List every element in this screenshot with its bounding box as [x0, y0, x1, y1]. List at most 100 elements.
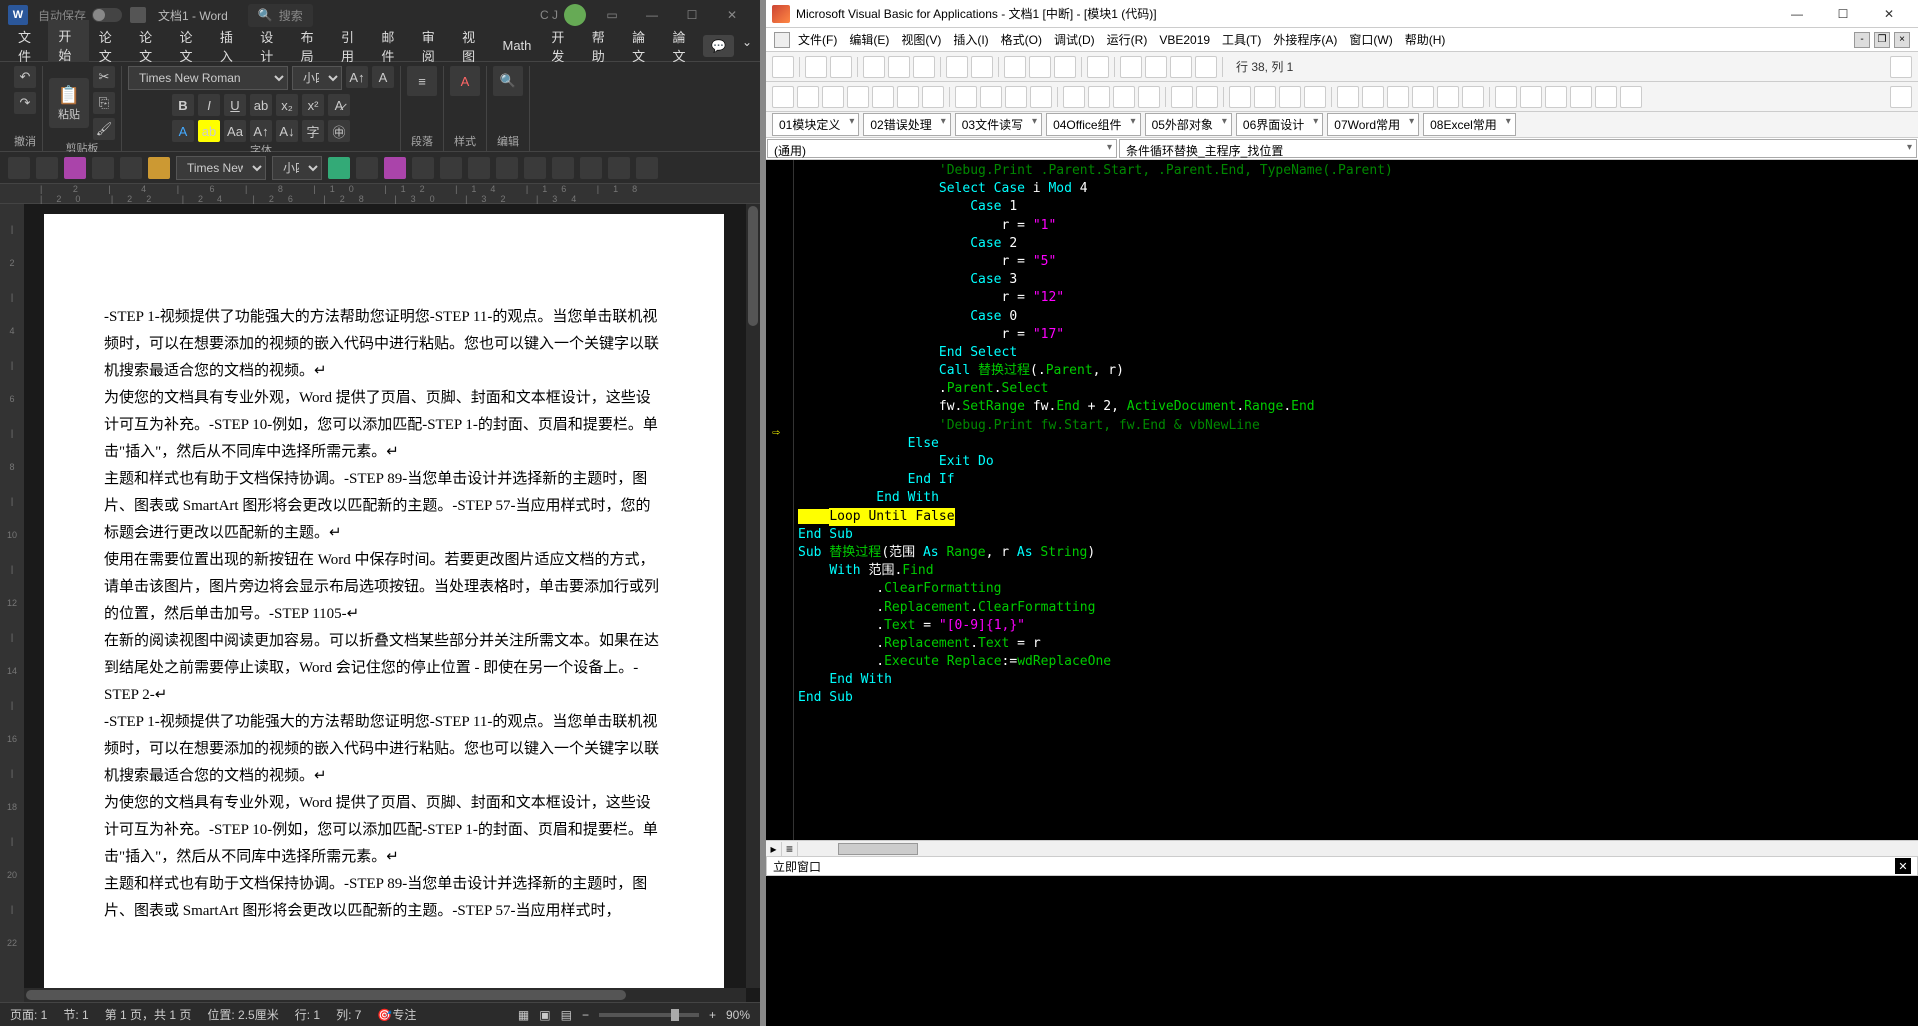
tab-math[interactable]: Math — [493, 32, 542, 59]
document-page[interactable]: -STEP 1-视频提供了功能强大的方法帮助您证明您-STEP 11-的观点。当… — [44, 214, 724, 1002]
tool5-icon[interactable] — [440, 157, 462, 179]
tb2-19-icon[interactable] — [1254, 86, 1276, 108]
status-page[interactable]: 页面: 1 — [10, 1006, 47, 1023]
tool10-icon[interactable] — [580, 157, 602, 179]
paragraph[interactable]: 在新的阅读视图中阅读更加容易。可以折叠文档某些部分并关注所需文本。如果在达到结尾… — [104, 628, 664, 709]
paragraph-icon[interactable]: ≡ — [407, 66, 437, 96]
sec-font-dropdown[interactable]: Times New F — [176, 156, 266, 180]
menu-help[interactable]: 帮助(H) — [1401, 28, 1450, 51]
tb2-12-icon[interactable] — [1063, 86, 1085, 108]
menu-addins[interactable]: 外接程序(A) — [1269, 28, 1341, 51]
tool9-icon[interactable] — [552, 157, 574, 179]
grow-font2-icon[interactable]: A↑ — [250, 120, 272, 142]
redo-icon[interactable] — [971, 56, 993, 78]
new-icon[interactable] — [8, 157, 30, 179]
vertical-ruler[interactable]: |2|4|6|8|10|12|14|16|18|20|22 — [0, 204, 24, 1002]
view-word-icon[interactable] — [772, 56, 794, 78]
paragraph[interactable]: -STEP 1-视频提供了功能强大的方法帮助您证明您-STEP 11-的观点。当… — [104, 709, 664, 790]
font-name-dropdown[interactable]: Times New Roman — [128, 66, 288, 90]
strikethrough-icon[interactable]: ab — [250, 94, 272, 116]
status-line[interactable]: 行: 1 — [295, 1006, 320, 1023]
zoom-value[interactable]: 90% — [726, 1008, 750, 1022]
tb2-25-icon[interactable] — [1412, 86, 1434, 108]
highlight-icon[interactable]: ab — [198, 120, 220, 142]
project-explorer-icon[interactable] — [1120, 56, 1142, 78]
tb2-11-icon[interactable] — [1030, 86, 1052, 108]
format-painter-icon[interactable]: 🖌 — [93, 118, 115, 140]
open-icon[interactable] — [36, 157, 58, 179]
undo-icon[interactable]: ↶ — [14, 66, 36, 88]
tb2-5-icon[interactable] — [872, 86, 894, 108]
paragraph[interactable]: 为使您的文档具有专业外观，Word 提供了页眉、页脚、封面和文本框设计，这些设计… — [104, 790, 664, 871]
cat-dd-2[interactable]: 02错误处理 — [863, 113, 950, 136]
paste-button[interactable]: 📋 粘贴 — [49, 78, 89, 128]
view-full-icon[interactable]: ≡ — [782, 842, 798, 856]
horizontal-ruler[interactable]: | 2 | 4 | 6 | 8 |10 |12 |14 |16 |18 |20 … — [0, 184, 760, 204]
sec-size-dropdown[interactable]: 小四 — [272, 156, 322, 180]
tool1-icon[interactable] — [328, 157, 350, 179]
toolbar2-overflow-icon[interactable] — [1890, 86, 1912, 108]
run-icon[interactable] — [1004, 56, 1026, 78]
tb2-1-icon[interactable] — [772, 86, 794, 108]
cat-dd-1[interactable]: 01模块定义 — [772, 113, 859, 136]
object-dropdown[interactable]: (通用) — [767, 139, 1117, 158]
tb2-10-icon[interactable] — [1005, 86, 1027, 108]
save2-icon[interactable] — [64, 157, 86, 179]
tool6-icon[interactable] — [468, 157, 490, 179]
code-hscroll[interactable]: ▸ ≡ — [766, 840, 1918, 856]
design-mode-icon[interactable] — [1087, 56, 1109, 78]
close-icon[interactable]: ✕ — [712, 0, 752, 30]
tb2-8-icon[interactable] — [955, 86, 977, 108]
tb2-30-icon[interactable] — [1545, 86, 1567, 108]
status-column[interactable]: 列: 7 — [336, 1006, 361, 1023]
tool11-icon[interactable] — [608, 157, 630, 179]
more-icon[interactable] — [636, 157, 658, 179]
underline-icon[interactable]: U — [224, 94, 246, 116]
cat-dd-4[interactable]: 04Office组件 — [1046, 113, 1140, 136]
tool2-icon[interactable] — [356, 157, 378, 179]
redo-icon[interactable]: ↷ — [14, 92, 36, 114]
save-as-icon[interactable] — [92, 157, 114, 179]
cat-dd-3[interactable]: 03文件读写 — [955, 113, 1042, 136]
font-size-dropdown[interactable]: 小四 — [292, 66, 342, 90]
menu-vbe[interactable]: VBE2019 — [1155, 30, 1214, 50]
toolbox-icon[interactable] — [1195, 56, 1217, 78]
cat-dd-5[interactable]: 05外部对象 — [1145, 113, 1232, 136]
menu-format[interactable]: 格式(O) — [997, 28, 1046, 51]
child-close-icon[interactable]: × — [1894, 32, 1910, 48]
menu-debug[interactable]: 调试(D) — [1050, 28, 1099, 51]
properties-icon[interactable] — [1145, 56, 1167, 78]
vertical-scrollbar[interactable] — [746, 204, 760, 988]
tb2-9-icon[interactable] — [980, 86, 1002, 108]
phonetic-guide-icon[interactable]: 字 — [302, 120, 324, 142]
cat-dd-7[interactable]: 07Word常用 — [1327, 113, 1419, 136]
tb2-4-icon[interactable] — [847, 86, 869, 108]
zoom-in-icon[interactable]: + — [709, 1008, 716, 1022]
cut-icon[interactable]: ✂ — [93, 66, 115, 88]
view-read-icon[interactable]: ▦ — [518, 1008, 529, 1022]
child-restore-icon[interactable]: ❐ — [1874, 32, 1890, 48]
vba-minimize-icon[interactable]: — — [1774, 0, 1820, 28]
tb2-24-icon[interactable] — [1387, 86, 1409, 108]
menu-run[interactable]: 运行(R) — [1103, 28, 1152, 51]
tb2-20-icon[interactable] — [1279, 86, 1301, 108]
tb2-28-icon[interactable] — [1495, 86, 1517, 108]
clear-format-icon[interactable]: A̷ — [328, 94, 350, 116]
tb2-2-icon[interactable] — [797, 86, 819, 108]
tb2-27-icon[interactable] — [1462, 86, 1484, 108]
insert-module-icon[interactable] — [805, 56, 827, 78]
tb2-26-icon[interactable] — [1437, 86, 1459, 108]
warning-icon[interactable] — [148, 157, 170, 179]
tb2-3-icon[interactable] — [822, 86, 844, 108]
subscript-icon[interactable]: x₂ — [276, 94, 298, 116]
horizontal-scrollbar[interactable] — [24, 988, 746, 1002]
zoom-slider[interactable] — [599, 1013, 699, 1017]
tool8-icon[interactable] — [524, 157, 546, 179]
vba-maximize-icon[interactable]: ☐ — [1820, 0, 1866, 28]
menu-insert[interactable]: 插入(I) — [949, 28, 992, 51]
find-icon[interactable]: 🔍 — [493, 66, 523, 96]
tool4-icon[interactable] — [412, 157, 434, 179]
paragraph[interactable]: 使用在需要位置出现的新按钮在 Word 中保存时间。若要更改图片适应文档的方式，… — [104, 547, 664, 628]
tool3-icon[interactable] — [384, 157, 406, 179]
tb2-17-icon[interactable] — [1196, 86, 1218, 108]
